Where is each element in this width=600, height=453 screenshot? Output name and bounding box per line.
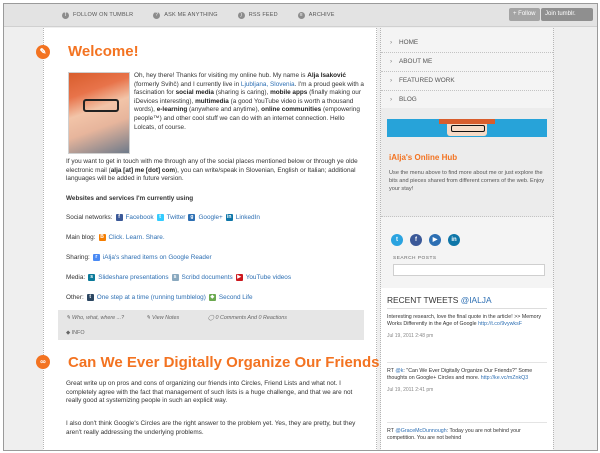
sidebar: › HOME › ABOUT ME › FEATURED WORK › BLOG iAl…: [380, 28, 554, 450]
second-life-icon: ◆: [208, 294, 216, 301]
recent-tweets-widget: RECENT TWEETS @IALJA Interesting researc…: [381, 288, 553, 450]
recent-tweets-heading: RECENT TWEETS @IALJA: [387, 292, 547, 309]
search-input[interactable]: [393, 264, 545, 276]
tweet-time[interactable]: Jul 19, 2011 2:41 pm: [387, 387, 547, 394]
intro-paragraph: Oh, hey there! Thanks for visiting my on…: [134, 72, 364, 131]
linkedin-icon: in: [225, 214, 233, 221]
facebook-icon[interactable]: f: [410, 234, 422, 246]
chevron-right-icon: ›: [390, 77, 393, 84]
scribd-link[interactable]: Scribd documents: [182, 274, 233, 281]
ask-me-anything-link[interactable]: ? ASK ME ANYTHING: [153, 11, 217, 19]
twitter-link[interactable]: Twitter: [167, 214, 186, 221]
tag-info-link[interactable]: ◆ INFO: [66, 330, 85, 336]
view-notes-link[interactable]: ✎ View Notes: [146, 315, 179, 321]
search-label: SEARCH POSTS: [393, 256, 437, 261]
profile-photo: [68, 72, 130, 154]
google-reader-icon: r: [92, 254, 100, 261]
contact-paragraph: If you want to get in touch with me thro…: [66, 158, 358, 183]
tumblr-icon: t: [62, 11, 69, 19]
post-title-organize-friends[interactable]: Can We Ever Digitally Organize Our Frien…: [68, 354, 408, 371]
nav-about-me[interactable]: › ABOUT ME: [381, 53, 553, 72]
tumblr-follow-button[interactable]: + Follow: [509, 8, 540, 21]
post-title-welcome[interactable]: Welcome!: [68, 43, 139, 60]
who-what-where-link[interactable]: ✎ Who, what, where ...?: [66, 315, 124, 321]
follow-on-tumblr-link[interactable]: t FOLLOW ON TUMBLR: [62, 11, 133, 19]
slideshare-link[interactable]: Slideshare presentations: [98, 274, 168, 281]
tweet-item: RT @GraceMcDunnough: Today you are not b…: [387, 428, 521, 442]
post-meta-bar: ✎ Who, what, where ...? ✎ View Notes ◯ 0…: [58, 310, 364, 340]
tweet-link[interactable]: http://t.co/9vywksF: [478, 321, 522, 327]
youtube-icon: ▶: [235, 274, 243, 281]
twitter-icon: t: [156, 214, 164, 221]
chevron-right-icon: ›: [390, 39, 393, 46]
chevron-right-icon: ›: [390, 96, 393, 103]
linkedin-icon[interactable]: in: [448, 234, 460, 246]
location-link[interactable]: Ljubljana, Slovenia: [241, 81, 295, 88]
facebook-icon: f: [115, 214, 123, 221]
post2-paragraph-2: I also don't think Google's Circles are …: [66, 420, 356, 436]
slideshare-icon: s: [88, 274, 96, 281]
page-frame: t FOLLOW ON TUMBLR ? ASK ME ANYTHING ) RSS …: [3, 3, 598, 451]
post2-paragraph-1: Great write up on pros and cons of organ…: [66, 380, 353, 405]
comment-icon: ◯: [208, 315, 216, 321]
avatar-banner: [387, 119, 547, 137]
tweet-link[interactable]: http://ke.vc/mZnkQ3: [481, 375, 528, 381]
rss-feed-link[interactable]: ) RSS FEED: [237, 11, 278, 19]
mention-link[interactable]: @GraceMcDunnough: [395, 428, 446, 434]
facebook-link[interactable]: Facebook: [126, 214, 154, 221]
nav-featured-work[interactable]: › FEATURED WORK: [381, 72, 553, 91]
main-blog-link[interactable]: Click. Learn. Share.: [109, 234, 165, 241]
top-nav-links: t FOLLOW ON TUMBLR ? ASK ME ANYTHING ) RSS …: [62, 4, 335, 26]
top-navigation-bar: t FOLLOW ON TUMBLR ? ASK ME ANYTHING ) RSS …: [4, 4, 597, 27]
tweet-time[interactable]: Jul 19, 2011 2:48 pm: [387, 333, 547, 340]
youtube-link[interactable]: YouTube videos: [246, 274, 291, 281]
social-networks-row: Social networks: f Facebook t Twitter g Goo…: [66, 214, 260, 221]
second-life-link[interactable]: Second Life: [219, 294, 253, 301]
linkedin-link[interactable]: LinkedIn: [236, 214, 260, 221]
online-hub-box: iAlja's Online Hub Use the menu above to…: [381, 108, 553, 217]
blogger-icon: B: [98, 234, 106, 241]
tweet-divider: [387, 362, 547, 363]
services-heading: Websites and services I'm currently usin…: [66, 195, 194, 202]
link-icon: ∞: [36, 355, 50, 369]
hub-title: iAlja's Online Hub: [389, 153, 458, 162]
main-blog-row: Main blog: B Click. Learn. Share.: [66, 234, 165, 241]
twitter-handle-link[interactable]: @IALJA: [461, 295, 492, 305]
rss-icon: ): [237, 11, 245, 19]
tumblelog-link[interactable]: One step at a time (running tumblelog): [97, 294, 206, 301]
google-reader-link[interactable]: iAlja's shared items on Google Reader: [103, 254, 212, 261]
twitter-icon[interactable]: t: [391, 234, 403, 246]
google-plus-link[interactable]: Google+: [198, 214, 222, 221]
nav-home[interactable]: › HOME: [381, 34, 553, 53]
question-icon: ?: [153, 11, 161, 19]
hub-description: Use the menu above to find more about me…: [389, 170, 545, 192]
chevron-right-icon: ›: [390, 58, 393, 65]
scribd-icon: s: [171, 274, 179, 281]
tumblr-join-button[interactable]: Join tumblr.: [541, 8, 593, 21]
main-content-column: ✎ Welcome! Oh, hey there! Thanks for vis…: [36, 28, 408, 450]
media-row: Media: s Slideshare presentations s Scribd…: [66, 274, 292, 281]
sidebar-social-icons: t f ▶ in: [391, 234, 460, 246]
other-row: Other: t One step at a time (running tumb…: [66, 294, 253, 301]
google-plus-icon: g: [188, 214, 196, 221]
tumblr-icon: t: [86, 294, 94, 301]
pencil-icon: ✎: [36, 45, 50, 59]
sidebar-nav: › HOME › ABOUT ME › FEATURED WORK › BLOG: [381, 34, 553, 110]
sharing-row: Sharing: r iAlja's shared items on Google…: [66, 254, 212, 261]
tweet-item: Interesting research, love the final quo…: [387, 314, 547, 340]
comments-link[interactable]: ◯ 0 Comments And 0 Reactions: [208, 315, 287, 321]
archive-icon: ≡: [297, 11, 305, 19]
archive-link[interactable]: ≡ ARCHIVE: [297, 11, 335, 19]
youtube-icon[interactable]: ▶: [429, 234, 441, 246]
tweet-item: RT @k: "Can We Ever Digitally Organize O…: [387, 368, 547, 394]
tweet-divider: [387, 422, 547, 423]
